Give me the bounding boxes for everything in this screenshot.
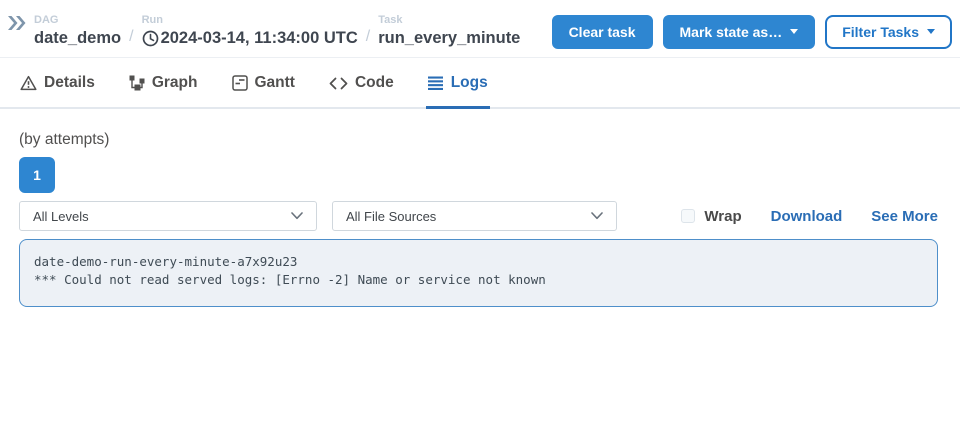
tab-graph[interactable]: Graph [127, 58, 200, 109]
by-attempts-caption: (by attempts) [19, 131, 938, 149]
graph-nodes-icon [129, 75, 145, 91]
breadcrumb-dag[interactable]: DAG date_demo [34, 14, 121, 49]
log-utils: Wrap Download See More [681, 208, 938, 225]
tab-graph-label: Graph [152, 74, 198, 92]
log-line: *** Could not read served logs: [Errno -… [34, 271, 923, 289]
filter-tasks-button[interactable]: Filter Tasks [825, 15, 952, 49]
mark-state-label: Mark state as… [680, 24, 783, 40]
breadcrumb: DAG date_demo / Run 2024-03-14, 11:34:00… [34, 14, 520, 49]
filter-tasks-label: Filter Tasks [842, 24, 919, 40]
breadcrumb-separator: / [366, 25, 370, 49]
tab-gantt-label: Gantt [255, 74, 295, 92]
tab-bar: Details Graph Gantt Code Logs [0, 58, 960, 109]
breadcrumb-separator: / [129, 25, 133, 49]
mark-state-button[interactable]: Mark state as… [663, 15, 816, 49]
task-value[interactable]: run_every_minute [378, 27, 520, 49]
caret-down-icon [927, 29, 935, 34]
attempt-1-button[interactable]: 1 [19, 157, 55, 193]
wrap-toggle[interactable]: Wrap [681, 208, 741, 225]
log-lines-icon [428, 76, 444, 91]
chevron-down-icon [291, 212, 303, 220]
log-level-value: All Levels [33, 209, 89, 224]
download-link[interactable]: Download [771, 208, 843, 225]
double-chevron-right-icon [7, 15, 26, 31]
expand-panel-icon[interactable] [5, 13, 28, 36]
tab-details[interactable]: Details [18, 58, 97, 109]
tab-logs[interactable]: Logs [426, 58, 490, 109]
tab-logs-label: Logs [451, 74, 488, 92]
tab-gantt[interactable]: Gantt [230, 58, 297, 109]
file-source-value: All File Sources [346, 209, 436, 224]
clock-icon [142, 30, 159, 47]
warning-triangle-icon [20, 75, 37, 91]
clear-task-label: Clear task [569, 24, 636, 40]
run-label: Run [142, 14, 358, 27]
task-label: Task [378, 14, 520, 27]
log-output: date-demo-run-every-minute-a7x92u23*** C… [19, 239, 938, 307]
breadcrumb-task[interactable]: Task run_every_minute [378, 14, 520, 49]
wrap-checkbox[interactable] [681, 209, 695, 223]
caret-down-icon [790, 29, 798, 34]
dag-value[interactable]: date_demo [34, 27, 121, 49]
log-toolbar: All Levels All File Sources Wrap Downloa… [19, 201, 938, 231]
wrap-label: Wrap [704, 208, 741, 225]
tab-code[interactable]: Code [327, 58, 396, 109]
run-timestamp: 2024-03-14, 11:34:00 UTC [161, 27, 358, 49]
breadcrumb-run[interactable]: Run 2024-03-14, 11:34:00 UTC [142, 14, 358, 49]
dag-label: DAG [34, 14, 121, 27]
log-level-select[interactable]: All Levels [19, 201, 317, 231]
logs-panel: (by attempts) 1 All Levels All File Sour… [0, 131, 960, 307]
tab-details-label: Details [44, 74, 95, 92]
code-brackets-icon [329, 76, 348, 91]
see-more-link[interactable]: See More [871, 208, 938, 225]
file-source-select[interactable]: All File Sources [332, 201, 617, 231]
chevron-down-icon [591, 212, 603, 220]
tab-code-label: Code [355, 74, 394, 92]
run-value[interactable]: 2024-03-14, 11:34:00 UTC [142, 27, 358, 49]
clear-task-button[interactable]: Clear task [552, 15, 653, 49]
gantt-chart-icon [232, 75, 248, 91]
log-line: date-demo-run-every-minute-a7x92u23 [34, 253, 923, 271]
header-actions: Clear task Mark state as… Filter Tasks [552, 15, 952, 49]
header: DAG date_demo / Run 2024-03-14, 11:34:00… [0, 0, 960, 57]
